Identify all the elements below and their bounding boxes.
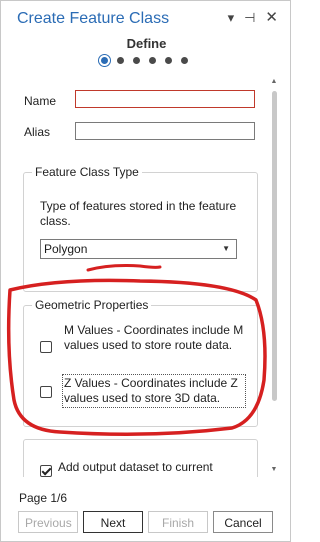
geometric-properties-legend: Geometric Properties bbox=[32, 298, 152, 312]
cancel-button[interactable]: Cancel bbox=[213, 511, 273, 533]
pin-icon[interactable]: ⊣ bbox=[244, 11, 255, 25]
output-group: Add output dataset to current bbox=[23, 439, 258, 477]
feature-class-type-group: Feature Class Type Type of features stor… bbox=[23, 165, 258, 292]
scroll-up-icon[interactable]: ▲ bbox=[269, 77, 279, 87]
step-title: Define bbox=[126, 36, 167, 51]
feature-class-type-legend: Feature Class Type bbox=[32, 165, 142, 179]
step-indicator bbox=[101, 57, 188, 64]
pane-title: Create Feature Class bbox=[17, 10, 170, 27]
step-dot-5[interactable] bbox=[165, 57, 172, 64]
step-dot-3[interactable] bbox=[133, 57, 140, 64]
feature-type-value: Polygon bbox=[44, 242, 88, 256]
m-values-checkbox[interactable] bbox=[40, 341, 52, 353]
step-dot-1[interactable] bbox=[101, 57, 108, 64]
z-values-checkbox[interactable] bbox=[40, 386, 52, 398]
next-button[interactable]: Next bbox=[83, 511, 143, 533]
scroll-down-icon[interactable]: ▼ bbox=[269, 465, 279, 475]
name-field[interactable] bbox=[75, 90, 255, 108]
geometric-properties-group: Geometric Properties M Values - Coordina… bbox=[23, 298, 258, 427]
pane-controls: ▾ ⊣ ✕ bbox=[228, 10, 278, 25]
step-dot-4[interactable] bbox=[149, 57, 156, 64]
step-dot-6[interactable] bbox=[181, 57, 188, 64]
feature-class-type-description: Type of features stored in the feature c… bbox=[40, 199, 237, 228]
form-scroll-area: Name Alias Feature Class Type Type of fe… bbox=[13, 77, 268, 477]
z-values-label: Z Values - Coordinates include Z values … bbox=[62, 374, 246, 408]
chevron-down-icon: ▼ bbox=[222, 244, 230, 253]
name-label: Name bbox=[24, 94, 57, 108]
finish-button[interactable]: Finish bbox=[148, 511, 208, 533]
vertical-scrollbar[interactable]: ▲ ▼ bbox=[269, 77, 279, 475]
feature-type-select[interactable]: Polygon ▼ bbox=[40, 239, 237, 259]
alias-label: Alias bbox=[24, 125, 51, 139]
previous-button[interactable]: Previous bbox=[18, 511, 78, 533]
alias-field[interactable] bbox=[75, 122, 255, 140]
m-values-label: M Values - Coordinates include M values … bbox=[64, 323, 244, 352]
add-output-label: Add output dataset to current bbox=[58, 460, 213, 474]
page-indicator: Page 1/6 bbox=[19, 491, 68, 505]
close-icon[interactable]: ✕ bbox=[265, 10, 278, 25]
create-feature-class-pane: Create Feature Class ▾ ⊣ ✕ Define Name A… bbox=[0, 0, 291, 542]
add-output-checkbox[interactable] bbox=[40, 465, 52, 477]
step-dot-2[interactable] bbox=[117, 57, 124, 64]
pane-menu-icon[interactable]: ▾ bbox=[228, 11, 235, 25]
scroll-thumb[interactable] bbox=[272, 91, 277, 401]
